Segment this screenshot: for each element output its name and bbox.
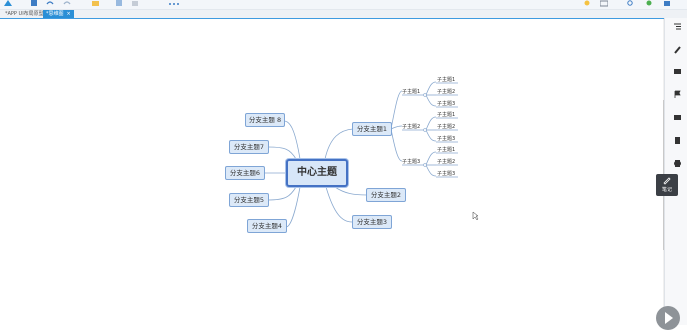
note-icon[interactable] [673,136,682,145]
comment-icon[interactable] [673,159,682,168]
leaf-label: 子主题2 [437,159,456,165]
subtopic-3[interactable]: 子主题3 [402,158,420,165]
branch-label: 分支主题1 [356,125,388,133]
leaf-topic[interactable]: 子主题1 [437,146,455,153]
document-tab-bar: *APP UI布局原型图 *思维图 × [0,10,687,18]
leaf-topic[interactable]: 子主题3 [437,170,455,177]
leaf-label: 子主题1 [437,147,456,153]
tooltip-label: 笔记 [661,187,672,193]
subtopic-1[interactable]: 子主题1 [402,88,420,95]
topic-style-icon[interactable] [92,0,100,7]
branch-topic-2[interactable]: 分支主题2 [366,188,406,202]
leaf-label: 子主题2 [437,89,456,95]
note-tooltip: 笔记 [656,174,678,196]
leaf-label: 子主题2 [437,124,456,130]
branch-label: 分支主题3 [356,218,388,226]
mindmap-canvas[interactable]: 中心主题 分支主题 8 分支主题7 分支主题6 分支主题5 分支主题4 分支主题… [0,18,665,326]
image-icon[interactable] [673,67,682,76]
tab-label: *思维图 [46,11,64,17]
branch-topic-5[interactable]: 分支主题5 [229,193,269,207]
leaf-topic[interactable]: 子主题2 [437,88,455,95]
branch-topic-1[interactable]: 分支主题1 [352,122,392,136]
leaf-label: 子主题3 [437,101,456,107]
export-icon[interactable] [663,0,671,7]
flag-icon[interactable] [673,90,682,99]
presentation-play-button[interactable] [656,306,680,330]
leaf-label: 子主题1 [437,112,456,118]
subtopic-2[interactable]: 子主题2 [402,123,420,130]
leaf-label: 子主题3 [437,171,456,177]
branch-topic-3[interactable]: 分支主题3 [352,215,392,229]
search-icon[interactable] [627,0,635,7]
idea-icon[interactable] [583,0,591,7]
outline-icon[interactable] [673,22,682,31]
subtopic-label: 子主题3 [402,159,421,165]
insert-icon[interactable] [131,0,139,7]
image-icon[interactable] [600,0,608,7]
undo-icon[interactable] [46,0,54,7]
share-icon[interactable] [645,0,653,7]
branch-topic-6[interactable]: 分支主题6 [225,166,265,180]
branch-topic-4[interactable]: 分支主题4 [247,219,287,233]
branch-topic-8[interactable]: 分支主题 8 [245,113,285,127]
close-tab-icon[interactable]: × [67,11,71,17]
main-toolbar [0,0,687,10]
right-sidebar [664,18,687,325]
branch-label: 分支主题2 [370,191,402,199]
leaf-topic[interactable]: 子主题1 [437,76,455,83]
leaf-label: 子主题1 [437,77,456,83]
branch-label: 分支主题5 [233,196,265,204]
mouse-cursor-icon [472,211,479,221]
pencil-icon [663,177,671,185]
label-icon[interactable] [673,113,682,122]
format-brush-icon[interactable] [673,45,682,54]
leaf-topic[interactable]: 子主题2 [437,123,455,130]
redo-icon[interactable] [63,0,71,7]
leaf-topic[interactable]: 子主题3 [437,135,455,142]
branch-topic-7[interactable]: 分支主题7 [229,140,269,154]
central-topic-label: 中心主题 [297,167,337,178]
central-topic[interactable]: 中心主题 [286,159,348,187]
structure-icon[interactable] [115,0,123,7]
branch-label: 分支主题6 [229,169,261,177]
branch-label: 分支主题 8 [248,116,282,124]
branch-label: 分支主题4 [251,222,283,230]
app-logo-icon[interactable] [3,0,13,7]
branch-label: 分支主题7 [233,143,265,151]
save-icon[interactable] [30,0,38,7]
tab-mind-map[interactable]: *思维图 × [43,10,74,18]
subtopic-label: 子主题2 [402,124,421,130]
subtopic-label: 子主题1 [402,89,421,95]
leaf-label: 子主题3 [437,136,456,142]
leaf-topic[interactable]: 子主题1 [437,111,455,118]
leaf-topic[interactable]: 子主题3 [437,100,455,107]
play-icon [665,312,673,324]
leaf-topic[interactable]: 子主题2 [437,158,455,165]
more-icon[interactable] [168,0,180,7]
